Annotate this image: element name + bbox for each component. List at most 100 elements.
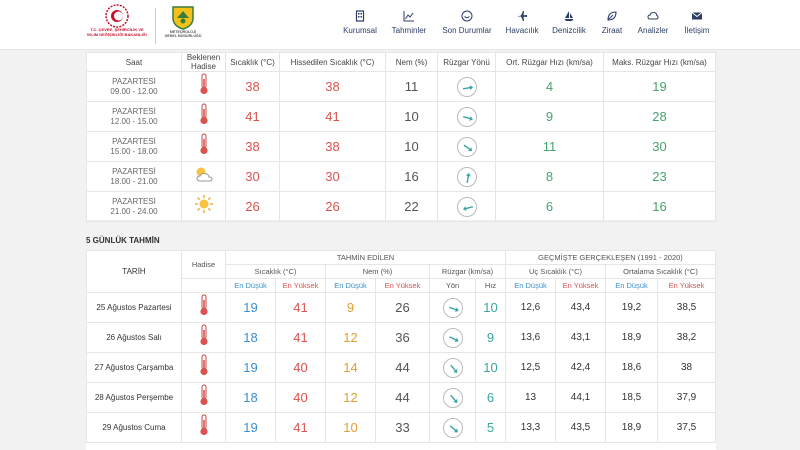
- wind-arrow-icon: [449, 364, 457, 373]
- day-label: PAZARTESİ: [112, 106, 156, 116]
- extreme-high-cell: 43,5: [555, 412, 606, 443]
- ministry-name-line2: İKLİM DEĞİŞİKLİĞİ BAKANLIĞI: [87, 31, 147, 37]
- event-cell: [181, 412, 226, 443]
- nav-item-son-durumlar[interactable]: Son Durumlar: [440, 10, 494, 44]
- avg-high-cell: 38: [657, 352, 716, 383]
- five-day-title: 5 GÜNLÜK TAHMİN: [86, 236, 160, 245]
- max-wind-cell: 28: [603, 101, 716, 132]
- wind-arrow-icon: [463, 144, 472, 151]
- temp-low-cell: 18: [225, 382, 276, 413]
- nav-item-ziraat[interactable]: Ziraat: [597, 10, 627, 44]
- hum-low-cell: 12: [325, 322, 376, 353]
- col-header-wind: Rüzgar (km/sa): [429, 264, 506, 279]
- sub-header-wind-dir: Yön: [429, 278, 476, 293]
- sub-header-wind-speed: Hız: [475, 278, 506, 293]
- day-label: PAZARTESİ: [112, 136, 156, 146]
- time-cell: PAZARTESİ 15.00 - 18.00: [86, 131, 182, 162]
- max-wind-cell: 19: [603, 71, 716, 102]
- wind-arrow-icon: [462, 84, 473, 90]
- wind-arrow-icon: [462, 205, 473, 211]
- sub-header-temp-low: En Düşük: [225, 278, 276, 293]
- hourly-row: PAZARTESİ 18.00 - 21.00 30 30 16 8 23: [86, 161, 716, 192]
- event-cell: [181, 292, 226, 323]
- thermometer-icon: [199, 414, 208, 436]
- hum-high-cell: 44: [375, 382, 430, 413]
- wind-direction-indicator: [456, 166, 477, 187]
- avg-wind-cell: 11: [495, 131, 604, 162]
- thermometer-icon: [199, 133, 208, 155]
- wind-dir-cell: [437, 161, 496, 192]
- time-cell: PAZARTESİ 12.00 - 15.00: [86, 101, 182, 132]
- five-day-group-row: TARİH Hadise TAHMİN EDİLEN GEÇMİŞTE GERÇ…: [86, 250, 716, 293]
- max-wind-cell: 30: [603, 131, 716, 162]
- temp-low-cell: 19: [225, 352, 276, 383]
- hum-high-cell: 36: [375, 322, 430, 353]
- five-day-row: 27 Ağustos Çarşamba 19 40 14 44 10 12,5 42,4 18,…: [86, 352, 716, 383]
- avg-low-cell: 18,6: [605, 352, 658, 383]
- temp-high-cell: 41: [275, 292, 326, 323]
- nav-item-tahminler[interactable]: Tahminler: [388, 10, 430, 44]
- avg-wind-cell: 9: [495, 101, 604, 132]
- mgm-emblem-icon: [172, 6, 194, 30]
- temp-cell: 38: [225, 131, 280, 162]
- chart-icon: [403, 11, 414, 22]
- nav-item-kurumsal[interactable]: Kurumsal: [338, 10, 382, 44]
- nav-label: İletişim: [684, 26, 710, 35]
- five-day-rows: 25 Ağustos Pazartesi 19 41 9 26 10 12,6 43,4 19,…: [86, 292, 716, 443]
- extreme-low-cell: 12,6: [505, 292, 556, 323]
- nav-label: Analizler: [637, 26, 669, 35]
- wind-dir-cell: [437, 101, 496, 132]
- group-header-forecast: TAHMİN EDİLEN: [225, 250, 506, 265]
- wind-dir-cell: [437, 191, 496, 222]
- five-day-card: TARİH Hadise TAHMİN EDİLEN GEÇMİŞTE GERÇ…: [86, 250, 716, 450]
- ministry-logo[interactable]: T.C. ÇEVRE, ŞEHİRCİLİK VE İKLİM DEĞİŞİKL…: [84, 4, 150, 48]
- sub-header-hum-low: En Düşük: [325, 278, 376, 293]
- temp-low-cell: 19: [225, 292, 276, 323]
- col-header-avg-temp: Ortalama Sıcaklık (°C): [605, 264, 716, 279]
- nav-item-havacilik[interactable]: Havacılık: [502, 10, 542, 44]
- time-cell: PAZARTESİ 18.00 - 21.00: [86, 161, 182, 192]
- wind-speed-cell: 5: [475, 412, 506, 443]
- col-header-temp: Sıcaklık (°C): [225, 264, 326, 279]
- avg-low-cell: 18,9: [605, 322, 658, 353]
- sub-header-hum-high: En Yüksek: [375, 278, 430, 293]
- wind-dir-cell: [429, 412, 476, 443]
- gauge-icon: [461, 10, 473, 22]
- avg-wind-cell: 8: [495, 161, 604, 192]
- mgm-logo[interactable]: METEOROLOJİ GENEL MÜDÜRLÜĞÜ: [161, 4, 205, 48]
- date-cell: 28 Ağustos Perşembe: [86, 382, 182, 413]
- hourly-rows: PAZARTESİ 09.00 - 12.00 38 38 11 4 19 PAZARTESİ…: [86, 71, 716, 222]
- temp-high-cell: 41: [275, 322, 326, 353]
- feels-cell: 30: [279, 161, 386, 192]
- humidity-cell: 16: [385, 161, 438, 192]
- col-header-feels: Hissedilen Sıcaklık (°C): [279, 52, 386, 72]
- wind-arrow-icon: [462, 115, 473, 121]
- nav-item-denizcilik[interactable]: Denizcilik: [549, 10, 589, 44]
- time-range: 15.00 - 18.00: [110, 146, 158, 156]
- event-cell: [181, 352, 226, 383]
- date-cell: 27 Ağustos Çarşamba: [86, 352, 182, 383]
- nav-label: Son Durumlar: [442, 26, 492, 35]
- avg-low-cell: 18,9: [605, 412, 658, 443]
- logo-divider: [155, 8, 156, 44]
- avg-high-cell: 38,2: [657, 322, 716, 353]
- ministry-emblem-icon: [105, 4, 129, 28]
- avg-high-cell: 38,5: [657, 292, 716, 323]
- time-cell: PAZARTESİ 09.00 - 12.00: [86, 71, 182, 102]
- cloud-analysis-icon: [647, 11, 659, 20]
- wind-arrow-icon: [449, 394, 457, 403]
- wind-speed-cell: 6: [475, 382, 506, 413]
- temp-low-cell: 18: [225, 322, 276, 353]
- hourly-forecast-table: Saat Beklenen Hadise Sıcaklık (°C) Hisse…: [86, 52, 716, 222]
- max-wind-cell: 23: [603, 161, 716, 192]
- temp-cell: 30: [225, 161, 280, 192]
- wind-arrow-icon: [448, 306, 459, 312]
- nav-item-iletisim[interactable]: İletişim: [680, 10, 714, 44]
- sub-header-avg-high: En Yüksek: [657, 278, 716, 293]
- wind-dir-cell: [429, 322, 476, 353]
- nav-item-analizler[interactable]: Analizler: [634, 10, 672, 44]
- wind-dir-cell: [429, 292, 476, 323]
- time-range: 18.00 - 21.00: [110, 176, 158, 186]
- wind-speed-cell: 9: [475, 322, 506, 353]
- day-label: PAZARTESİ: [112, 76, 156, 86]
